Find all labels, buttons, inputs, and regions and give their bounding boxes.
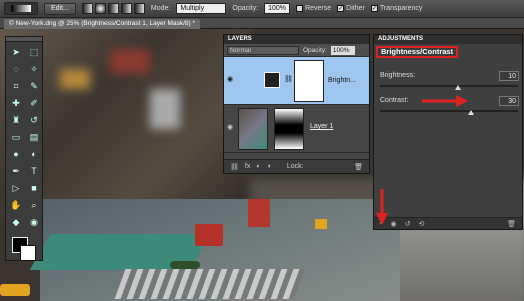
layer-style-icon[interactable]: fx — [245, 163, 250, 170]
eye-icon[interactable]: ◉ — [227, 75, 233, 83]
stamp-icon[interactable]: ♜ — [8, 113, 24, 127]
eyedropper-icon[interactable]: ✎ — [26, 79, 42, 93]
crop-icon[interactable]: ⌗ — [8, 79, 24, 93]
layer-thumbnail[interactable] — [238, 108, 268, 150]
move-icon[interactable]: ➤ — [8, 45, 24, 59]
trash-icon[interactable]: 🗑 — [354, 163, 363, 171]
layers-footer: ⛓ fx ◐ ◑ Lock: 🗑 — [224, 159, 369, 173]
path-select-icon[interactable]: ▷ — [8, 181, 24, 195]
adjustments-footer: ▪ ◉ ↺ ⟲ 🗑 — [374, 217, 522, 229]
layers-panel: LAYERS Normal Opacity: 100% ◉ ⛓ Brightn.… — [223, 34, 370, 174]
layers-opacity-input[interactable]: 100% — [330, 45, 355, 55]
layer-name-adjustment[interactable]: Brightn... — [328, 77, 356, 84]
camera-icon[interactable]: ◉ — [26, 215, 42, 229]
view-previous-icon[interactable]: ↺ — [405, 220, 411, 228]
magic-wand-icon[interactable]: ✧ — [26, 62, 42, 76]
adjustment-layer-icon — [264, 72, 280, 88]
red-arrow-contrast — [422, 95, 468, 107]
history-brush-icon[interactable]: ↺ — [26, 113, 42, 127]
angle-gradient-icon[interactable] — [107, 3, 119, 14]
adjustments-panel: ADJUSTMENTS Brightness/Contrast Brightne… — [373, 34, 523, 230]
diamond-gradient-icon[interactable] — [133, 3, 145, 14]
dodge-icon[interactable]: ◐ — [26, 147, 42, 161]
reset-icon[interactable]: ⟲ — [418, 220, 424, 228]
photo-bus — [195, 224, 223, 246]
visibility-icon[interactable]: ◉ — [390, 220, 396, 228]
new-adjustment-icon[interactable]: ◑ — [267, 163, 271, 170]
reflected-gradient-icon[interactable] — [120, 3, 132, 14]
brightness-slider-track[interactable] — [380, 85, 518, 87]
brightness-label: Brightness: — [380, 72, 416, 79]
background-color-swatch[interactable] — [20, 245, 36, 261]
photo-sign-red — [110, 49, 150, 74]
document-tab[interactable]: © New-York.dng @ 25% (Brightness/Contras… — [4, 19, 201, 29]
adjustments-panel-title[interactable]: ADJUSTMENTS — [374, 35, 522, 44]
photo-planter — [170, 261, 200, 269]
opacity-label: Opacity: — [232, 5, 259, 12]
dither-checkbox[interactable]: ✓ Dither — [337, 5, 365, 12]
radial-gradient-icon[interactable] — [94, 3, 106, 14]
blur-icon[interactable]: ● — [8, 147, 24, 161]
layer-row-adjustment[interactable]: ◉ ⛓ Brightn... — [224, 57, 369, 105]
options-bar: Edit... Mode: Multiply Opacity: 100% Rev… — [0, 0, 524, 18]
reverse-checkbox[interactable]: Reverse — [296, 5, 331, 12]
link-layers-icon[interactable]: ⛓ — [230, 163, 239, 171]
brightness-value[interactable]: 10 — [499, 71, 519, 81]
document-tab-bar: © New-York.dng @ 25% (Brightness/Contras… — [0, 18, 524, 29]
pen-icon[interactable]: ✒ — [8, 164, 24, 178]
type-icon[interactable]: T — [26, 164, 42, 178]
eraser-icon[interactable]: ▭ — [8, 130, 24, 144]
photo-truck — [248, 199, 270, 227]
photo-taxi — [0, 284, 30, 296]
gradient-tool-icon — [11, 5, 31, 12]
contrast-slider-thumb[interactable] — [468, 110, 474, 115]
tools-panel: ➤ ⬚ ◌ ✧ ⌗ ✎ ✚ ✐ ♜ ↺ ▭ ▤ ● ◐ ✒ T ▷ ■ ✋ ⌕ … — [5, 36, 43, 261]
gradient-type-buttons[interactable] — [81, 3, 145, 14]
adjustment-trash-icon[interactable]: 🗑 — [507, 220, 516, 228]
red-arrow-down — [376, 189, 388, 225]
tool-preset-picker[interactable] — [4, 2, 38, 15]
opacity-input[interactable]: 100% — [264, 3, 291, 14]
3d-icon[interactable]: ◆ — [8, 215, 24, 229]
adjustment-title: Brightness/Contrast — [376, 46, 459, 58]
layers-panel-title[interactable]: LAYERS — [224, 35, 369, 44]
linear-gradient-icon[interactable] — [81, 3, 93, 14]
healing-icon[interactable]: ✚ — [8, 96, 24, 110]
photo-sign-yellow — [60, 69, 90, 89]
layer-mask-thumbnail[interactable] — [294, 60, 324, 102]
blend-mode-select[interactable]: Normal — [227, 45, 299, 55]
contrast-value[interactable]: 30 — [499, 96, 519, 106]
hand-icon[interactable]: ✋ — [8, 198, 24, 212]
eye-icon[interactable]: ◉ — [227, 123, 233, 131]
layers-options: Normal Opacity: 100% — [224, 44, 369, 57]
layer-mask-gradient-thumbnail[interactable] — [274, 108, 304, 150]
mode-label: Mode: — [150, 5, 171, 12]
add-mask-icon[interactable]: ◐ — [256, 163, 260, 170]
brush-icon[interactable]: ✐ — [26, 96, 42, 110]
contrast-label: Contrast: — [380, 97, 409, 104]
contrast-slider-track[interactable] — [380, 110, 518, 112]
brightness-slider-thumb[interactable] — [455, 85, 461, 90]
gradient-icon[interactable]: ▤ — [26, 130, 42, 144]
layer-name-layer1[interactable]: Layer 1 — [310, 123, 333, 130]
chain-link-icon[interactable]: ⛓ — [284, 75, 293, 83]
tool-grid: ➤ ⬚ ◌ ✧ ⌗ ✎ ✚ ✐ ♜ ↺ ▭ ▤ ● ◐ ✒ T ▷ ■ ✋ ⌕ … — [6, 42, 42, 232]
zoom-icon[interactable]: ⌕ — [26, 198, 42, 212]
photo-sign-white — [150, 89, 180, 129]
photo-crosswalk — [114, 269, 306, 299]
edit-gradient-button[interactable]: Edit... — [44, 2, 76, 15]
mode-select[interactable]: Multiply — [176, 3, 227, 14]
shape-icon[interactable]: ■ — [26, 181, 42, 195]
layer-row-layer1[interactable]: ◉ Layer 1 — [224, 105, 369, 153]
lock-label: Lock: — [286, 163, 304, 170]
marquee-icon[interactable]: ⬚ — [26, 45, 42, 59]
lasso-icon[interactable]: ◌ — [8, 62, 24, 76]
layers-opacity-label: Opacity: — [303, 46, 327, 54]
photo-taxi-2 — [315, 219, 327, 229]
transparency-checkbox[interactable]: ✓ Transparency — [370, 5, 422, 12]
